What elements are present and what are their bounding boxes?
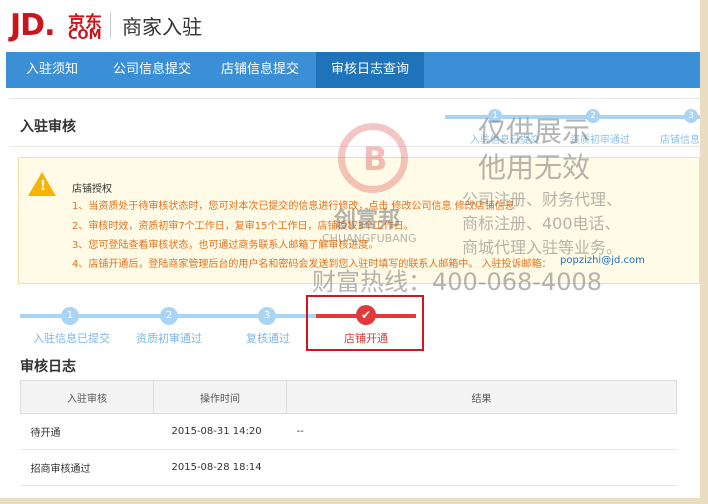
step-label: 资质初审通过 bbox=[136, 332, 202, 345]
step-dot: 2 bbox=[160, 307, 178, 325]
notice-line: 3、您可登陆查看审核状态，也可通过商务联系人邮箱了解审核进度。 bbox=[72, 240, 379, 251]
header: JD. 京东 COM 商家入驻 bbox=[0, 0, 700, 50]
table-cell bbox=[286, 485, 677, 498]
notice-line: 1、当资质处于待审核状态时，您可对本次已提交的信息进行修改，点击 修改公司信息 … bbox=[72, 201, 515, 212]
nav-item-audit-log[interactable]: 审核日志查询 bbox=[316, 52, 424, 88]
logo-jd-text: JD. bbox=[10, 8, 55, 43]
jd-logo[interactable]: JD. 京东 COM bbox=[10, 8, 102, 43]
table-cell: 质控审核通过 bbox=[20, 485, 154, 498]
notice-title: 店铺授权 bbox=[72, 184, 112, 195]
step-dot: 3 bbox=[258, 307, 276, 325]
header-divider bbox=[110, 12, 111, 38]
table-header: 结果 bbox=[286, 380, 677, 414]
step-label: 入驻信息已提交 bbox=[33, 332, 110, 345]
section-title: 入驻审核 bbox=[20, 119, 76, 135]
table-header: 入驻审核 bbox=[20, 380, 154, 414]
main-nav: 入驻须知 公司信息提交 店铺信息提交 审核日志查询 bbox=[6, 52, 700, 88]
table-header-row: 入驻审核 操作时间 结果 bbox=[20, 380, 677, 414]
page-title: 商家入驻 bbox=[122, 15, 202, 39]
top-step-dot: 3 bbox=[684, 109, 698, 123]
warning-icon-mark: ! bbox=[40, 179, 46, 194]
step-label: 复核通过 bbox=[246, 332, 290, 345]
nav-item-notice[interactable]: 入驻须知 bbox=[12, 52, 92, 88]
logo-com-text: COM bbox=[68, 28, 102, 43]
top-step-label: 资质初审通过 bbox=[570, 135, 630, 146]
top-step-dot: 1 bbox=[488, 109, 502, 123]
table-cell: 2015-08-31 14:20 bbox=[153, 413, 287, 450]
top-step-label: 入驻信息已提交 bbox=[470, 135, 540, 146]
table-row: 待开通 2015-08-31 14:20 -- bbox=[20, 413, 677, 450]
complaint-email-link[interactable]: popzizhi@jd.com bbox=[560, 255, 645, 266]
table-cell: 招商审核通过 bbox=[20, 449, 154, 486]
nav-item-company-info[interactable]: 公司信息提交 bbox=[102, 52, 202, 88]
table-cell bbox=[286, 449, 677, 486]
top-step-label: 店铺信息 bbox=[660, 135, 700, 146]
table-cell: 2015-08-28 18:14 bbox=[153, 449, 287, 486]
log-title: 审核日志 bbox=[20, 359, 76, 375]
top-step-dot: 2 bbox=[586, 109, 600, 123]
notice-line: 4、店铺开通后，登陆商家管理后台的用户名和密码会发送到您入驻时填写的联系人邮箱中… bbox=[72, 259, 552, 270]
audit-log-table: 入驻审核 操作时间 结果 待开通 2015-08-31 14:20 -- 招商审… bbox=[20, 380, 677, 498]
highlight-box bbox=[306, 295, 424, 351]
table-header: 操作时间 bbox=[153, 380, 287, 414]
step-dot: 1 bbox=[61, 307, 79, 325]
watermark-logo-letter: B bbox=[363, 140, 388, 178]
notice-line: 2、审核时效，资质初审7个工作日，复审15个工作日，店铺授权3个工作日。 bbox=[72, 221, 414, 232]
page-frame: JD. 京东 COM 商家入驻 入驻须知 公司信息提交 店铺信息提交 审核日志查… bbox=[0, 0, 708, 504]
table-cell: -- bbox=[286, 413, 677, 450]
table-cell: 2015-08-28 09:37 bbox=[153, 485, 287, 498]
table-row: 质控审核通过 2015-08-28 09:37 bbox=[20, 485, 677, 498]
nav-item-store-info[interactable]: 店铺信息提交 bbox=[208, 52, 312, 88]
table-cell: 待开通 bbox=[20, 413, 154, 450]
table-row: 招商审核通过 2015-08-28 18:14 bbox=[20, 449, 677, 486]
